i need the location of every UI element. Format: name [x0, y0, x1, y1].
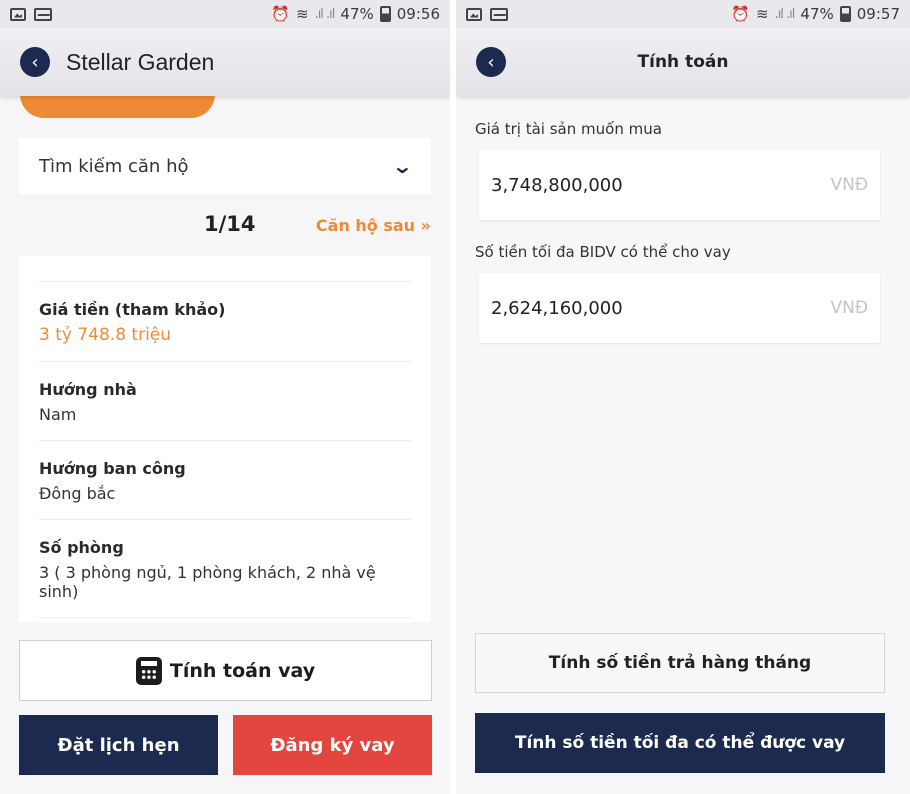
- max-loan-label: Số tiền tối đa BIDV có thể cho vay: [475, 243, 731, 261]
- chevron-left-icon: ‹: [487, 51, 495, 73]
- apartment-details-card: Giá tiền (tham khảo) 3 tỷ 748.8 triệu Hư…: [19, 256, 431, 622]
- status-bar: ⏰ ≋ .ıl .ıl 47% 09:56: [0, 0, 450, 28]
- wifi-icon: ≋: [295, 5, 309, 23]
- clipped-row: [39, 256, 411, 282]
- next-apartment-link[interactable]: Căn hộ sau »: [316, 216, 431, 235]
- calculate-loan-label: Tính toán vay: [169, 659, 316, 682]
- chevron-left-icon: ‹: [31, 51, 39, 73]
- chevron-down-icon: ⌄: [391, 154, 414, 178]
- calculate-loan-button[interactable]: Tính toán vay: [19, 640, 432, 701]
- battery-icon: [839, 6, 851, 22]
- monthly-payment-button[interactable]: Tính số tiền trả hàng tháng: [475, 633, 885, 693]
- detail-value: Nam: [39, 405, 77, 424]
- back-button[interactable]: ‹: [476, 47, 506, 77]
- gallery-notification-icon: [10, 7, 26, 21]
- clock: 09:57: [856, 5, 900, 23]
- detail-row-rooms: Số phòng 3 ( 3 phòng ngủ, 1 phòng khách,…: [39, 520, 411, 618]
- battery-icon: [379, 6, 391, 22]
- left-screen: ⏰ ≋ .ıl .ıl 47% 09:56 ‹ Stellar Garden T…: [0, 0, 450, 794]
- detail-value: 3 tỷ 748.8 triệu: [39, 325, 172, 345]
- asset-value-field[interactable]: 3,748,800,000 VNĐ: [479, 150, 880, 220]
- activity-notification-icon: [490, 7, 508, 21]
- battery-percent: 47%: [340, 5, 374, 23]
- apartment-search-dropdown[interactable]: Tìm kiếm căn hộ ⌄: [19, 138, 431, 194]
- back-button[interactable]: ‹: [20, 47, 50, 77]
- page-title: Stellar Garden: [66, 48, 215, 75]
- detail-row-balcony: Hướng ban công Đông bắc: [39, 441, 411, 520]
- detail-label: Hướng ban công: [39, 459, 186, 478]
- app-header: ‹ Stellar Garden: [0, 28, 450, 96]
- max-loan-value: 2,624,160,000: [491, 297, 623, 319]
- page-indicator: 1/14: [204, 212, 256, 236]
- page-title: Tính toán: [637, 52, 729, 72]
- alarm-icon: ⏰: [731, 5, 750, 23]
- detail-value: 3 ( 3 phòng ngủ, 1 phòng khách, 2 nhà vệ…: [39, 563, 376, 601]
- apartment-pager: 1/14 Căn hộ sau »: [19, 206, 431, 244]
- detail-value: Đông bắc: [39, 484, 116, 503]
- max-loan-field[interactable]: 2,624,160,000 VNĐ: [479, 273, 880, 343]
- max-loan-button[interactable]: Tính số tiền tối đa có thể được vay: [475, 713, 885, 773]
- register-loan-button[interactable]: Đăng ký vay: [233, 715, 432, 775]
- book-appointment-button[interactable]: Đặt lịch hẹn: [19, 715, 218, 775]
- gallery-notification-icon: [466, 7, 482, 21]
- dropdown-label: Tìm kiếm căn hộ: [39, 155, 189, 177]
- detail-row-direction: Hướng nhà Nam: [39, 362, 411, 441]
- right-screen: ⏰ ≋ .ıl .ıl 47% 09:57 ‹ Tính toán Giá tr…: [456, 0, 910, 794]
- asset-value-label: Giá trị tài sản muốn mua: [475, 120, 662, 138]
- calculator-icon: [135, 656, 162, 685]
- detail-label: Giá tiền (tham khảo): [39, 300, 226, 319]
- detail-row-price: Giá tiền (tham khảo) 3 tỷ 748.8 triệu: [39, 282, 411, 362]
- wifi-icon: ≋: [755, 5, 769, 23]
- app-header: ‹ Tính toán: [456, 28, 910, 96]
- detail-label: Hướng nhà: [39, 380, 137, 399]
- activity-notification-icon: [34, 7, 52, 21]
- signal-icon: .ıl .ıl: [774, 6, 796, 22]
- next-apartment-label: Căn hộ sau: [315, 216, 416, 235]
- currency-unit: VNĐ: [830, 175, 868, 195]
- currency-unit: VNĐ: [830, 298, 868, 318]
- signal-icon: .ıl .ıl: [314, 6, 336, 22]
- battery-percent: 47%: [800, 5, 834, 23]
- status-bar: ⏰ ≋ .ıl .ıl 47% 09:57: [456, 0, 910, 28]
- clock: 09:56: [396, 5, 440, 23]
- detail-label: Số phòng: [39, 538, 124, 557]
- alarm-icon: ⏰: [271, 5, 290, 23]
- asset-value: 3,748,800,000: [491, 174, 623, 196]
- double-chevron-right-icon: »: [420, 216, 431, 235]
